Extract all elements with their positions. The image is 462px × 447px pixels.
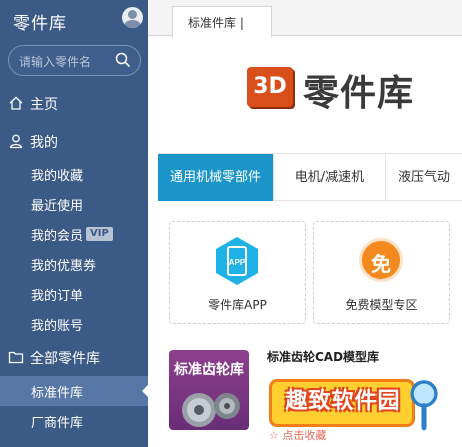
sidebar-item-membership[interactable]: 我的会员 VIP — [0, 219, 148, 249]
sidebar-item-mine[interactable]: 我的 — [0, 127, 148, 157]
magnifier-icon — [410, 380, 438, 431]
sidebar-item-label: 我的账号 — [31, 318, 84, 334]
category-bar: 通用机械零部件 电机/减速机 液压气动 — [158, 153, 462, 201]
category-tab-general[interactable]: 通用机械零部件 — [158, 154, 274, 201]
search-input[interactable]: 请输入零件名 — [8, 45, 141, 76]
watermark: 趣致软件园 — [269, 373, 441, 435]
sidebar-item-standard-parts[interactable]: 标准件库 — [0, 376, 148, 406]
favorite-link[interactable]: ☆ 点击收藏 — [269, 427, 326, 443]
sidebar-item-account[interactable]: 我的账号 — [0, 309, 148, 339]
home-icon — [9, 96, 23, 110]
folder-icon — [8, 351, 24, 364]
gear-icon — [182, 393, 240, 427]
logo-3d-mark: 3D — [247, 67, 293, 107]
sidebar-item-label: 主页 — [30, 97, 58, 113]
app-card-label: 零件库APP — [208, 298, 267, 312]
free-models-card[interactable]: 免 免费模型专区 — [313, 221, 450, 324]
sidebar-item-label: 我的 — [30, 135, 58, 151]
listing-title[interactable]: 标准齿轮CAD模型库 — [267, 348, 379, 365]
vip-badge: VIP — [86, 227, 113, 241]
sidebar-item-orders[interactable]: 我的订单 — [0, 279, 148, 309]
tab-bar: 标准件库 | — [148, 0, 462, 37]
sidebar-item-vendor-parts[interactable]: 厂商件库 — [0, 406, 148, 436]
category-tab-hydraulic[interactable]: 液压气动 — [386, 154, 462, 201]
sidebar-brand: 零件库 — [13, 14, 67, 34]
search-icon[interactable] — [115, 52, 131, 68]
sidebar-item-label: 标准件库 — [31, 385, 84, 401]
app-card[interactable]: APP 零件库APP — [169, 221, 306, 324]
gear-library-thumbnail[interactable]: 标准齿轮库 — [169, 350, 249, 430]
watermark-text: 趣致软件园 — [285, 389, 401, 414]
tab-standard-parts[interactable]: 标准件库 | — [172, 6, 272, 37]
app-icon: APP — [216, 237, 258, 285]
sidebar-item-coupons[interactable]: 我的优惠券 — [0, 249, 148, 279]
main-content: 标准件库 | 3D 零件库 通用机械零部件 电机/减速机 液压气动 APP 零件… — [148, 0, 462, 447]
search-placeholder: 请输入零件名 — [19, 55, 92, 69]
sidebar-item-favorites[interactable]: 我的收藏 — [0, 159, 148, 189]
category-tab-motor[interactable]: 电机/减速机 — [274, 154, 386, 201]
sidebar-item-recent[interactable]: 最近使用 — [0, 189, 148, 219]
free-models-label: 免费模型专区 — [345, 298, 418, 312]
sidebar-item-all-parts[interactable]: 全部零件库 — [0, 343, 148, 373]
sidebar-item-label: 全部零件库 — [30, 351, 100, 367]
user-avatar-icon[interactable] — [122, 7, 143, 28]
logo-text: 零件库 — [303, 73, 415, 114]
sidebar-item-label: 我的会员 — [31, 228, 84, 244]
free-icon: 免 — [359, 238, 403, 282]
sidebar-item-label: 最近使用 — [31, 198, 84, 214]
sidebar-item-label: 我的收藏 — [31, 168, 84, 184]
thumbnail-title: 标准齿轮库 — [174, 362, 244, 378]
sidebar-item-label: 厂商件库 — [31, 415, 84, 431]
app-icon-text: APP — [229, 258, 246, 267]
sidebar-item-home[interactable]: 主页 — [0, 89, 148, 119]
free-icon-text: 免 — [371, 252, 391, 276]
user-icon — [9, 134, 23, 149]
site-logo: 3D 零件库 — [247, 64, 447, 114]
sidebar-item-label: 我的优惠券 — [31, 258, 97, 274]
sidebar-item-label: 我的订单 — [31, 288, 84, 304]
sidebar: 零件库 请输入零件名 主页 我的 我的收藏 最近使用 我的会员 VIP 我的优惠… — [0, 0, 148, 447]
